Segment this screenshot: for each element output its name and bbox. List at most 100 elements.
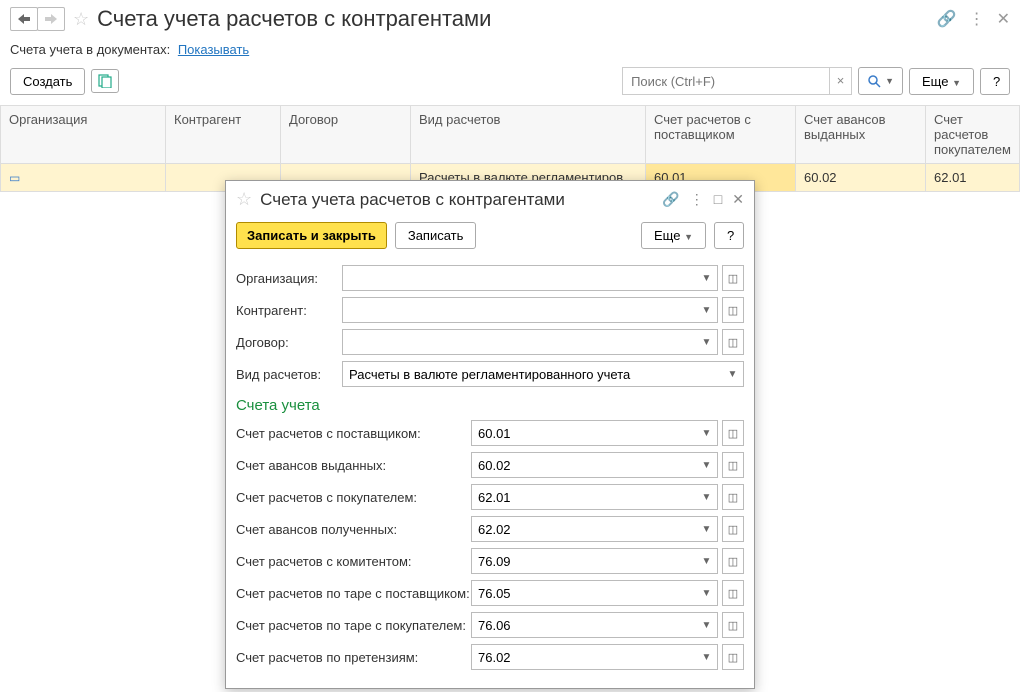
cell-org[interactable]: ▭ bbox=[1, 164, 166, 192]
filter-show-link[interactable]: Показывать bbox=[178, 42, 249, 57]
dialog-toolbar: Записать и закрыть Записать Еще ▼ ? bbox=[226, 216, 754, 259]
field-acc-commit: Счет расчетов с комитентом: ▼ ◫ bbox=[236, 548, 744, 574]
search-icon bbox=[867, 74, 881, 88]
grid-header-row: Организация Контрагент Договор Вид расче… bbox=[1, 106, 1020, 164]
search-box: × bbox=[622, 67, 852, 95]
acc-supplier-dropdown-button[interactable]: ▼ bbox=[696, 420, 718, 446]
section-accounts: Счета учета bbox=[236, 397, 744, 414]
org-input[interactable] bbox=[342, 265, 696, 291]
favorite-star-icon[interactable]: ☆ bbox=[73, 9, 89, 30]
col-contract[interactable]: Договор bbox=[281, 106, 411, 164]
save-and-close-button[interactable]: Записать и закрыть bbox=[236, 222, 387, 249]
contragent-dropdown-button[interactable]: ▼ bbox=[696, 297, 718, 323]
field-contragent: Контрагент: ▼ ◫ bbox=[236, 297, 744, 323]
more-button[interactable]: Еще ▼ bbox=[909, 68, 974, 95]
chevron-down-icon: ▼ bbox=[684, 232, 693, 242]
acc-tare-sup-open-button[interactable]: ◫ bbox=[722, 580, 744, 606]
copy-icon bbox=[98, 74, 112, 88]
contragent-open-button[interactable]: ◫ bbox=[722, 297, 744, 323]
calc-type-input[interactable] bbox=[342, 361, 722, 387]
cell-acc-advance-out[interactable]: 60.02 bbox=[796, 164, 926, 192]
org-label: Организация: bbox=[236, 271, 342, 286]
edit-dialog: ☆ Счета учета расчетов с контрагентами 🔗… bbox=[225, 180, 755, 689]
acc-supplier-open-button[interactable]: ◫ bbox=[722, 420, 744, 446]
dialog-more-button[interactable]: Еще ▼ bbox=[641, 222, 706, 249]
acc-adv-in-dropdown-button[interactable]: ▼ bbox=[696, 516, 718, 542]
dialog-link-icon[interactable]: 🔗 bbox=[662, 191, 679, 208]
field-acc-adv-in: Счет авансов полученных: ▼ ◫ bbox=[236, 516, 744, 542]
acc-supplier-input[interactable] bbox=[471, 420, 696, 446]
nav-back-button[interactable] bbox=[10, 7, 38, 31]
col-org[interactable]: Организация bbox=[1, 106, 166, 164]
col-calc-type[interactable]: Вид расчетов bbox=[411, 106, 646, 164]
acc-adv-out-dropdown-button[interactable]: ▼ bbox=[696, 452, 718, 478]
copy-button[interactable] bbox=[91, 69, 119, 93]
nav-forward-button[interactable] bbox=[37, 7, 65, 31]
dialog-maximize-icon[interactable]: □ bbox=[714, 191, 722, 208]
field-acc-adv-out: Счет авансов выданных: ▼ ◫ bbox=[236, 452, 744, 478]
contract-label: Договор: bbox=[236, 335, 342, 350]
more-vert-icon[interactable]: ⋮ bbox=[969, 9, 985, 29]
dialog-help-button[interactable]: ? bbox=[714, 222, 744, 249]
filter-label: Счета учета в документах: bbox=[10, 42, 170, 57]
org-open-button[interactable]: ◫ bbox=[722, 265, 744, 291]
acc-buyer-open-button[interactable]: ◫ bbox=[722, 484, 744, 510]
contract-dropdown-button[interactable]: ▼ bbox=[696, 329, 718, 355]
dialog-close-icon[interactable]: ✕ bbox=[732, 191, 744, 208]
acc-commit-input[interactable] bbox=[471, 548, 696, 574]
acc-adv-in-open-button[interactable]: ◫ bbox=[722, 516, 744, 542]
chevron-down-icon: ▼ bbox=[885, 76, 894, 86]
arrow-left-icon bbox=[18, 14, 30, 24]
field-contract: Договор: ▼ ◫ bbox=[236, 329, 744, 355]
acc-tare-buy-open-button[interactable]: ◫ bbox=[722, 612, 744, 638]
search-input[interactable] bbox=[623, 74, 829, 89]
calc-type-dropdown-button[interactable]: ▼ bbox=[722, 361, 744, 387]
acc-commit-dropdown-button[interactable]: ▼ bbox=[696, 548, 718, 574]
link-icon[interactable]: 🔗 bbox=[937, 9, 957, 29]
field-acc-claims: Счет расчетов по претензиям: ▼ ◫ bbox=[236, 644, 744, 670]
window-header: ☆ Счета учета расчетов с контрагентами 🔗… bbox=[0, 0, 1020, 38]
acc-adv-in-input[interactable] bbox=[471, 516, 696, 542]
acc-buyer-label: Счет расчетов с покупателем: bbox=[236, 490, 471, 505]
filter-bar: Счета учета в документах: Показывать bbox=[0, 38, 1020, 67]
dialog-more-icon[interactable]: ⋮ bbox=[690, 191, 704, 208]
cell-acc-buyer[interactable]: 62.01 bbox=[926, 164, 1020, 192]
record-icon: ▭ bbox=[9, 171, 20, 185]
close-icon[interactable]: ✕ bbox=[997, 9, 1010, 29]
acc-claims-input[interactable] bbox=[471, 644, 696, 670]
col-acc-supplier[interactable]: Счет расчетов с поставщиком bbox=[646, 106, 796, 164]
col-acc-advance-out[interactable]: Счет авансов выданных bbox=[796, 106, 926, 164]
contragent-label: Контрагент: bbox=[236, 303, 342, 318]
contract-open-button[interactable]: ◫ bbox=[722, 329, 744, 355]
acc-buyer-input[interactable] bbox=[471, 484, 696, 510]
search-button[interactable]: ▼ bbox=[858, 67, 903, 95]
acc-adv-in-label: Счет авансов полученных: bbox=[236, 522, 471, 537]
org-dropdown-button[interactable]: ▼ bbox=[696, 265, 718, 291]
acc-tare-buy-input[interactable] bbox=[471, 612, 696, 638]
acc-adv-out-open-button[interactable]: ◫ bbox=[722, 452, 744, 478]
create-button[interactable]: Создать bbox=[10, 68, 85, 95]
dialog-star-icon[interactable]: ☆ bbox=[236, 189, 252, 210]
contragent-input[interactable] bbox=[342, 297, 696, 323]
save-button[interactable]: Записать bbox=[395, 222, 477, 249]
acc-buyer-dropdown-button[interactable]: ▼ bbox=[696, 484, 718, 510]
dialog-header: ☆ Счета учета расчетов с контрагентами 🔗… bbox=[226, 181, 754, 216]
acc-tare-sup-dropdown-button[interactable]: ▼ bbox=[696, 580, 718, 606]
col-acc-buyer[interactable]: Счет расчетов покупателем bbox=[926, 106, 1020, 164]
acc-tare-buy-label: Счет расчетов по таре с покупателем: bbox=[236, 618, 471, 633]
contract-input[interactable] bbox=[342, 329, 696, 355]
arrow-right-icon bbox=[45, 14, 57, 24]
acc-commit-open-button[interactable]: ◫ bbox=[722, 548, 744, 574]
acc-adv-out-input[interactable] bbox=[471, 452, 696, 478]
acc-claims-open-button[interactable]: ◫ bbox=[722, 644, 744, 670]
help-button[interactable]: ? bbox=[980, 68, 1010, 95]
acc-claims-label: Счет расчетов по претензиям: bbox=[236, 650, 471, 665]
acc-claims-dropdown-button[interactable]: ▼ bbox=[696, 644, 718, 670]
acc-tare-buy-dropdown-button[interactable]: ▼ bbox=[696, 612, 718, 638]
acc-tare-sup-label: Счет расчетов по таре с поставщиком: bbox=[236, 586, 471, 601]
col-contragent[interactable]: Контрагент bbox=[166, 106, 281, 164]
dialog-body: Организация: ▼ ◫ Контрагент: ▼ ◫ Договор… bbox=[226, 265, 754, 688]
acc-supplier-label: Счет расчетов с поставщиком: bbox=[236, 426, 471, 441]
acc-tare-sup-input[interactable] bbox=[471, 580, 696, 606]
search-clear-button[interactable]: × bbox=[829, 68, 851, 94]
